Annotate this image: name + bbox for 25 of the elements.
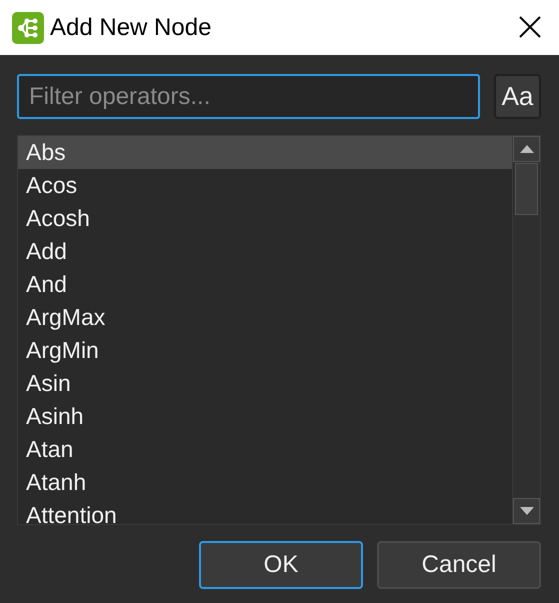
down-arrow-icon — [520, 507, 534, 515]
up-arrow-icon — [520, 145, 534, 153]
filter-field[interactable]: Filter operators... — [17, 74, 480, 119]
scroll-thumb[interactable] — [515, 163, 538, 215]
operator-item[interactable]: And — [18, 268, 512, 301]
scroll-down-button[interactable] — [513, 498, 540, 524]
operator-item[interactable]: Abs — [18, 136, 512, 169]
operator-item[interactable]: Acos — [18, 169, 512, 202]
operator-item[interactable]: Asinh — [18, 400, 512, 433]
operator-item[interactable]: ArgMin — [18, 334, 512, 367]
cancel-button[interactable]: Cancel — [377, 541, 541, 589]
operator-item[interactable]: Asin — [18, 367, 512, 400]
operator-item[interactable]: Attention — [18, 499, 512, 524]
operator-item[interactable]: Add — [18, 235, 512, 268]
match-case-button[interactable]: Aa — [494, 74, 541, 119]
app-icon — [12, 12, 44, 44]
ok-button[interactable]: OK — [199, 541, 363, 589]
window-title: Add New Node — [50, 12, 212, 42]
close-icon — [519, 16, 541, 38]
scrollbar[interactable] — [512, 136, 540, 524]
operator-item[interactable]: Acosh — [18, 202, 512, 235]
scroll-up-button[interactable] — [513, 136, 540, 162]
operator-item[interactable]: Atan — [18, 433, 512, 466]
operator-item[interactable]: ArgMax — [18, 301, 512, 334]
operator-item[interactable]: Atanh — [18, 466, 512, 499]
